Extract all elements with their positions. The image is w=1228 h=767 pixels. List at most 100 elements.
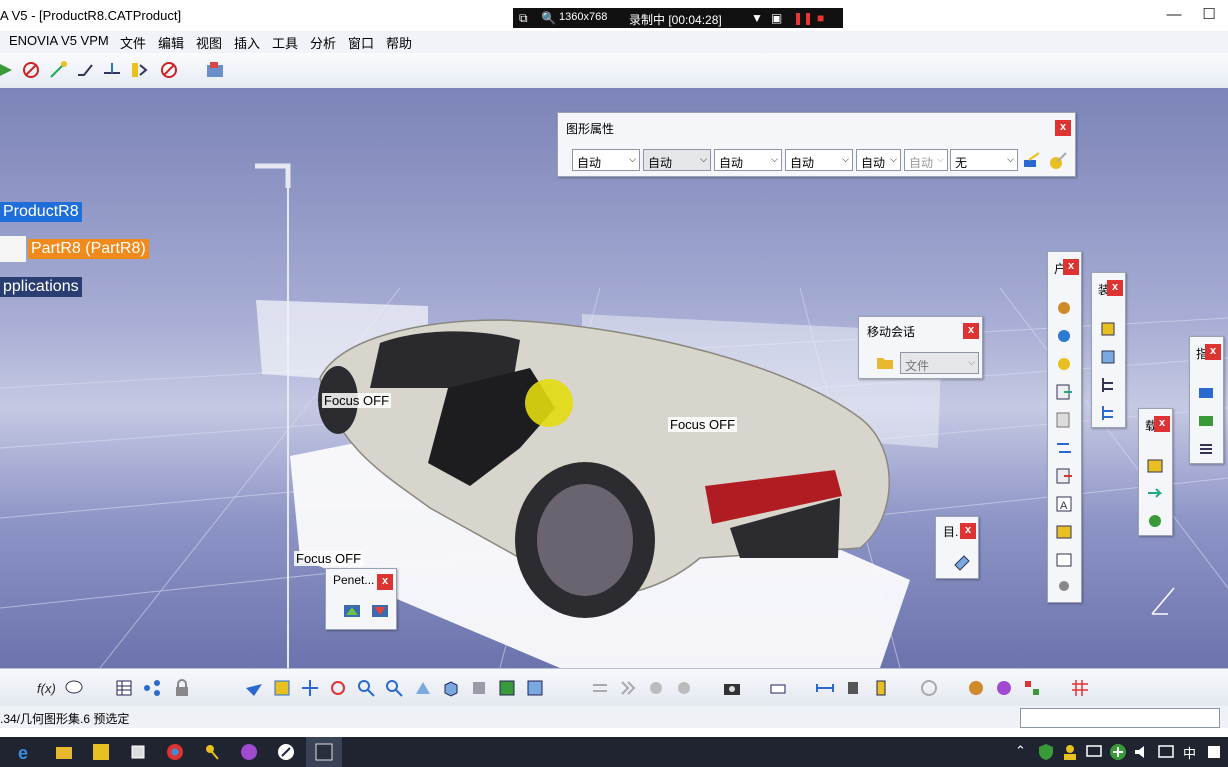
pick-point-icon[interactable] — [47, 59, 69, 81]
inertia-icon[interactable] — [871, 678, 891, 698]
shading-icon[interactable] — [469, 678, 489, 698]
vertical-toolbar-3-close-button[interactable]: x — [1154, 416, 1170, 432]
vertical-toolbar-1-close-button[interactable]: x — [1063, 259, 1079, 275]
zoom-in-icon[interactable] — [356, 678, 376, 698]
pan-icon[interactable] — [300, 678, 320, 698]
load-component-icon[interactable] — [1145, 455, 1165, 475]
tree-structure-icon[interactable] — [1098, 375, 1118, 395]
recorder-window-icon[interactable]: ⧉ — [519, 11, 528, 26]
move-session-file-combo[interactable]: 文件 ⌵ — [900, 352, 979, 374]
comment-icon[interactable] — [64, 678, 84, 698]
vertical-toolbar-4-close-button[interactable]: x — [1205, 344, 1221, 360]
constraint-list-icon[interactable] — [1196, 439, 1216, 459]
vertical-toolbar-2-close-button[interactable]: x — [1107, 280, 1123, 296]
tree-list-icon[interactable] — [1098, 403, 1118, 423]
line-type-combo[interactable]: 自动 ⌵ — [785, 149, 853, 171]
tree-root-product[interactable]: ProductR8 — [0, 202, 82, 222]
action-center-icon[interactable] — [1204, 742, 1224, 762]
material-icon[interactable] — [966, 678, 986, 698]
table-icon[interactable] — [1054, 550, 1074, 570]
part-icon[interactable] — [0, 236, 26, 262]
next-icon[interactable] — [618, 678, 638, 698]
magic-wand-icon[interactable] — [1048, 151, 1068, 171]
fit-all-icon[interactable] — [272, 678, 292, 698]
normal-view-icon[interactable] — [413, 678, 433, 698]
spiral-icon[interactable] — [919, 678, 939, 698]
app-icon[interactable] — [276, 742, 296, 762]
add-circle-icon[interactable] — [1108, 742, 1128, 762]
load-arrow-icon[interactable] — [1145, 483, 1165, 503]
chrome-icon[interactable] — [165, 742, 185, 762]
tree-part[interactable]: PartR8 (PartR8) — [28, 239, 149, 259]
menu-help[interactable]: 帮助 — [386, 33, 412, 52]
command-input[interactable] — [1020, 708, 1220, 728]
color-combo[interactable]: 自动 ⌵ — [572, 149, 640, 171]
painter-icon[interactable] — [1021, 151, 1041, 171]
eraser-icon[interactable] — [952, 553, 972, 573]
transfer-icon[interactable] — [1054, 438, 1074, 458]
minimize-button[interactable]: — — [1163, 5, 1185, 25]
table-yellow-icon[interactable] — [1054, 522, 1074, 542]
iso-view-icon[interactable] — [441, 678, 461, 698]
constraint-table-icon[interactable] — [1196, 411, 1216, 431]
gear-icon[interactable] — [1054, 298, 1074, 318]
listary-icon[interactable] — [91, 742, 111, 762]
line-weight-combo[interactable]: 自动 ⌵ — [714, 149, 782, 171]
menu-view[interactable]: 视图 — [196, 33, 222, 52]
line-tool-icon[interactable] — [74, 59, 96, 81]
gear-blue-icon[interactable] — [1054, 326, 1074, 346]
swap-icon[interactable] — [590, 678, 610, 698]
lock-icon[interactable] — [172, 678, 192, 698]
document-red-icon[interactable] — [1054, 466, 1074, 486]
target-close-button[interactable]: x — [960, 523, 976, 539]
magnifier-icon[interactable]: 🔍 — [541, 11, 556, 25]
penetration-close-button[interactable]: x — [377, 574, 393, 590]
user-icon[interactable] — [1060, 742, 1080, 762]
assembly-icon[interactable] — [1098, 319, 1118, 339]
chevron-up-icon[interactable]: ⌃ — [1015, 743, 1026, 759]
measure-between-icon[interactable] — [815, 678, 835, 698]
shield-icon[interactable] — [1036, 742, 1056, 762]
file-explorer-icon[interactable] — [54, 742, 74, 762]
multi-gear-2-icon[interactable] — [674, 678, 694, 698]
browser-icon[interactable] — [239, 742, 259, 762]
axis-tool-icon[interactable] — [101, 59, 123, 81]
no-select-icon[interactable] — [20, 59, 42, 81]
point-symbol-combo[interactable]: 自动 ⌵ — [856, 149, 901, 171]
measure-tool-icon[interactable] — [128, 59, 150, 81]
fly-mode-icon[interactable] — [244, 678, 264, 698]
move-session-close-button[interactable]: x — [963, 323, 979, 339]
measure-item-icon[interactable] — [843, 678, 863, 698]
layers-icon[interactable] — [1022, 678, 1042, 698]
chevron-down-icon[interactable]: ▼ — [751, 11, 763, 25]
print-icon[interactable] — [768, 678, 788, 698]
no-pick-icon[interactable] — [158, 59, 180, 81]
menu-insert[interactable]: 插入 — [234, 33, 260, 52]
export-icon[interactable] — [1054, 382, 1074, 402]
package-icon[interactable] — [128, 742, 148, 762]
taskbar-active-app[interactable] — [306, 737, 342, 767]
folder-open-icon[interactable] — [875, 353, 895, 373]
penetration-out-icon[interactable] — [370, 601, 390, 621]
menu-analyze[interactable]: 分析 — [310, 33, 336, 52]
grid-snap-icon[interactable] — [1070, 678, 1090, 698]
keys-icon[interactable] — [202, 742, 222, 762]
compass-icon[interactable] — [1148, 584, 1178, 618]
camera-icon[interactable] — [722, 678, 742, 698]
gear-yellow-icon[interactable] — [1054, 354, 1074, 374]
gear-settings-icon[interactable] — [1054, 576, 1074, 596]
import-icon[interactable] — [1054, 410, 1074, 430]
network-icon[interactable] — [142, 678, 162, 698]
graphic-properties-close-button[interactable]: x — [1055, 120, 1071, 136]
rotate-icon[interactable] — [328, 678, 348, 698]
render-style-combo[interactable]: 自动 ⌵ — [904, 149, 948, 171]
formula-icon[interactable]: f(x) — [36, 678, 56, 698]
camera-icon[interactable]: ▣ — [771, 11, 782, 25]
database-icon[interactable] — [204, 59, 226, 81]
menu-file[interactable]: 文件 — [120, 33, 146, 52]
component-icon[interactable] — [1098, 347, 1118, 367]
text-document-icon[interactable]: A — [1054, 494, 1074, 514]
table-grid-icon[interactable] — [114, 678, 134, 698]
menu-edit[interactable]: 编辑 — [158, 33, 184, 52]
network-icon[interactable] — [1084, 742, 1104, 762]
